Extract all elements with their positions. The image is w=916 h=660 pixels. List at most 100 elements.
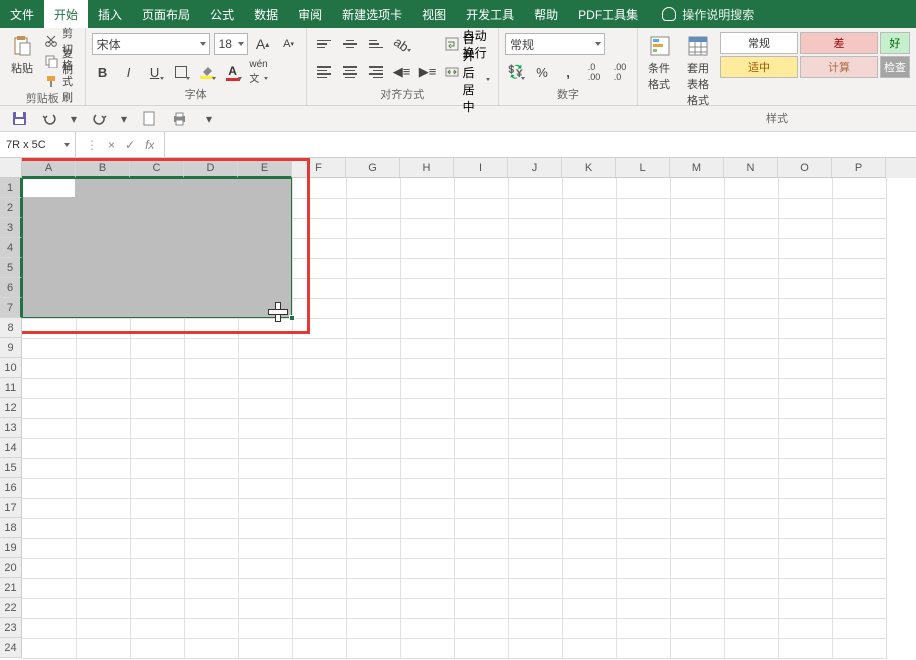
column-header[interactable]: M <box>670 158 724 178</box>
cell[interactable] <box>22 478 76 498</box>
cell[interactable] <box>778 538 832 558</box>
row-header[interactable]: 3 <box>0 218 22 238</box>
row-header[interactable]: 7 <box>0 298 22 318</box>
cell[interactable] <box>238 478 292 498</box>
cell[interactable] <box>238 578 292 598</box>
cell[interactable] <box>76 578 130 598</box>
cell[interactable] <box>22 418 76 438</box>
cell[interactable] <box>238 278 292 298</box>
cell[interactable] <box>238 298 292 318</box>
cell[interactable] <box>778 198 832 218</box>
cell[interactable] <box>130 498 184 518</box>
cell[interactable] <box>238 618 292 638</box>
cell[interactable] <box>400 438 454 458</box>
cell[interactable] <box>22 258 76 278</box>
cell[interactable] <box>454 478 508 498</box>
cell[interactable] <box>238 418 292 438</box>
cell[interactable] <box>508 418 562 438</box>
cell[interactable] <box>670 398 724 418</box>
cell[interactable] <box>724 558 778 578</box>
cell[interactable] <box>130 278 184 298</box>
menu-file[interactable]: 文件 <box>0 0 44 28</box>
cell[interactable] <box>400 278 454 298</box>
bold-button[interactable]: B <box>92 61 114 83</box>
cell[interactable] <box>454 378 508 398</box>
cell[interactable] <box>130 398 184 418</box>
cell[interactable] <box>238 358 292 378</box>
cell[interactable] <box>130 318 184 338</box>
cell[interactable] <box>832 438 886 458</box>
row-header[interactable]: 2 <box>0 198 22 218</box>
cell[interactable] <box>670 238 724 258</box>
font-size-combo[interactable]: 18 <box>214 33 248 55</box>
cell[interactable] <box>454 258 508 278</box>
cell[interactable] <box>778 398 832 418</box>
cell[interactable] <box>400 618 454 638</box>
cell[interactable] <box>130 298 184 318</box>
row-header[interactable]: 14 <box>0 438 22 458</box>
align-bottom-button[interactable] <box>365 33 387 55</box>
cell[interactable] <box>832 538 886 558</box>
cell[interactable] <box>454 318 508 338</box>
cell[interactable] <box>76 198 130 218</box>
cell[interactable] <box>832 218 886 238</box>
cell[interactable] <box>670 198 724 218</box>
cell[interactable] <box>346 598 400 618</box>
cell[interactable] <box>130 178 184 198</box>
menu-home[interactable]: 开始 <box>44 0 88 28</box>
cell[interactable] <box>778 578 832 598</box>
cell[interactable] <box>616 638 670 658</box>
font-name-combo[interactable]: 宋体 <box>92 33 210 55</box>
menu-insert[interactable]: 插入 <box>88 0 132 28</box>
cell[interactable] <box>616 538 670 558</box>
cell[interactable] <box>130 618 184 638</box>
cell[interactable] <box>562 418 616 438</box>
cell[interactable] <box>724 418 778 438</box>
cell[interactable] <box>508 558 562 578</box>
cell[interactable] <box>724 538 778 558</box>
cell[interactable] <box>670 438 724 458</box>
cell[interactable] <box>76 638 130 658</box>
cell[interactable] <box>832 378 886 398</box>
cell[interactable] <box>778 558 832 578</box>
column-header[interactable]: A <box>22 158 76 178</box>
cell[interactable] <box>508 338 562 358</box>
cell[interactable] <box>76 358 130 378</box>
cell[interactable] <box>454 638 508 658</box>
cell[interactable] <box>238 438 292 458</box>
cell[interactable] <box>616 398 670 418</box>
cell[interactable] <box>76 278 130 298</box>
cell[interactable] <box>616 578 670 598</box>
cell[interactable] <box>22 458 76 478</box>
style-check[interactable]: 检查 <box>880 56 910 78</box>
row-header[interactable]: 15 <box>0 458 22 478</box>
cell[interactable] <box>616 378 670 398</box>
column-header[interactable]: L <box>616 158 670 178</box>
cell[interactable] <box>724 198 778 218</box>
cell[interactable] <box>562 518 616 538</box>
cell[interactable] <box>616 438 670 458</box>
cell[interactable] <box>778 238 832 258</box>
cell[interactable] <box>130 358 184 378</box>
cell[interactable] <box>832 518 886 538</box>
cell[interactable] <box>508 498 562 518</box>
cell[interactable] <box>562 458 616 478</box>
cell[interactable] <box>616 278 670 298</box>
cell[interactable] <box>778 178 832 198</box>
cell[interactable] <box>130 418 184 438</box>
cell[interactable] <box>562 438 616 458</box>
cell[interactable] <box>670 498 724 518</box>
cell[interactable] <box>616 238 670 258</box>
cell[interactable] <box>724 478 778 498</box>
cell[interactable] <box>670 478 724 498</box>
cell[interactable] <box>400 578 454 598</box>
cell[interactable] <box>400 218 454 238</box>
cell[interactable] <box>76 318 130 338</box>
cell[interactable] <box>454 298 508 318</box>
cell[interactable] <box>724 518 778 538</box>
cell[interactable] <box>400 418 454 438</box>
cell[interactable] <box>832 398 886 418</box>
column-header[interactable]: N <box>724 158 778 178</box>
cell[interactable] <box>130 458 184 478</box>
cell[interactable] <box>400 558 454 578</box>
